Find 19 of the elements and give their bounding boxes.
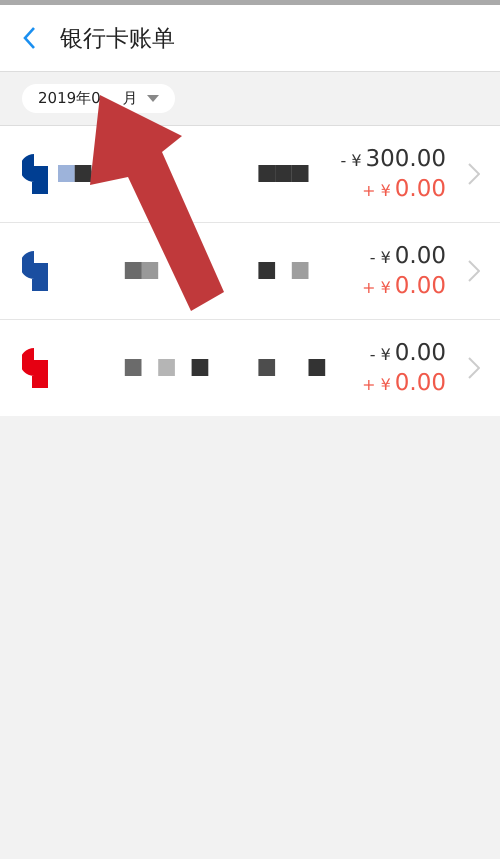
- income-amount: 0.00: [394, 176, 446, 202]
- income-amount: 0.00: [394, 370, 446, 396]
- expense-amount: 0.00: [394, 340, 446, 366]
- back-icon[interactable]: [22, 26, 36, 50]
- caret-icon: [146, 94, 159, 102]
- expense-amount: 0.00: [394, 243, 446, 269]
- page-title: 银行卡账单: [60, 24, 175, 54]
- chevron-icon: [468, 163, 480, 185]
- income-amount: 0.00: [394, 273, 446, 299]
- expense-prefix: - ¥: [370, 248, 391, 267]
- income-prefix: + ¥: [362, 278, 391, 297]
- expense-prefix: - ¥: [370, 345, 391, 364]
- income-prefix: + ¥: [362, 181, 391, 200]
- income-prefix: + ¥: [362, 375, 391, 394]
- month-dropdown[interactable]: 2019年0 月: [22, 84, 175, 113]
- expense-prefix: - ¥: [340, 151, 362, 170]
- expense-amount: 300.00: [366, 146, 446, 172]
- chevron-icon: [468, 357, 480, 379]
- chevron-icon: [468, 260, 480, 282]
